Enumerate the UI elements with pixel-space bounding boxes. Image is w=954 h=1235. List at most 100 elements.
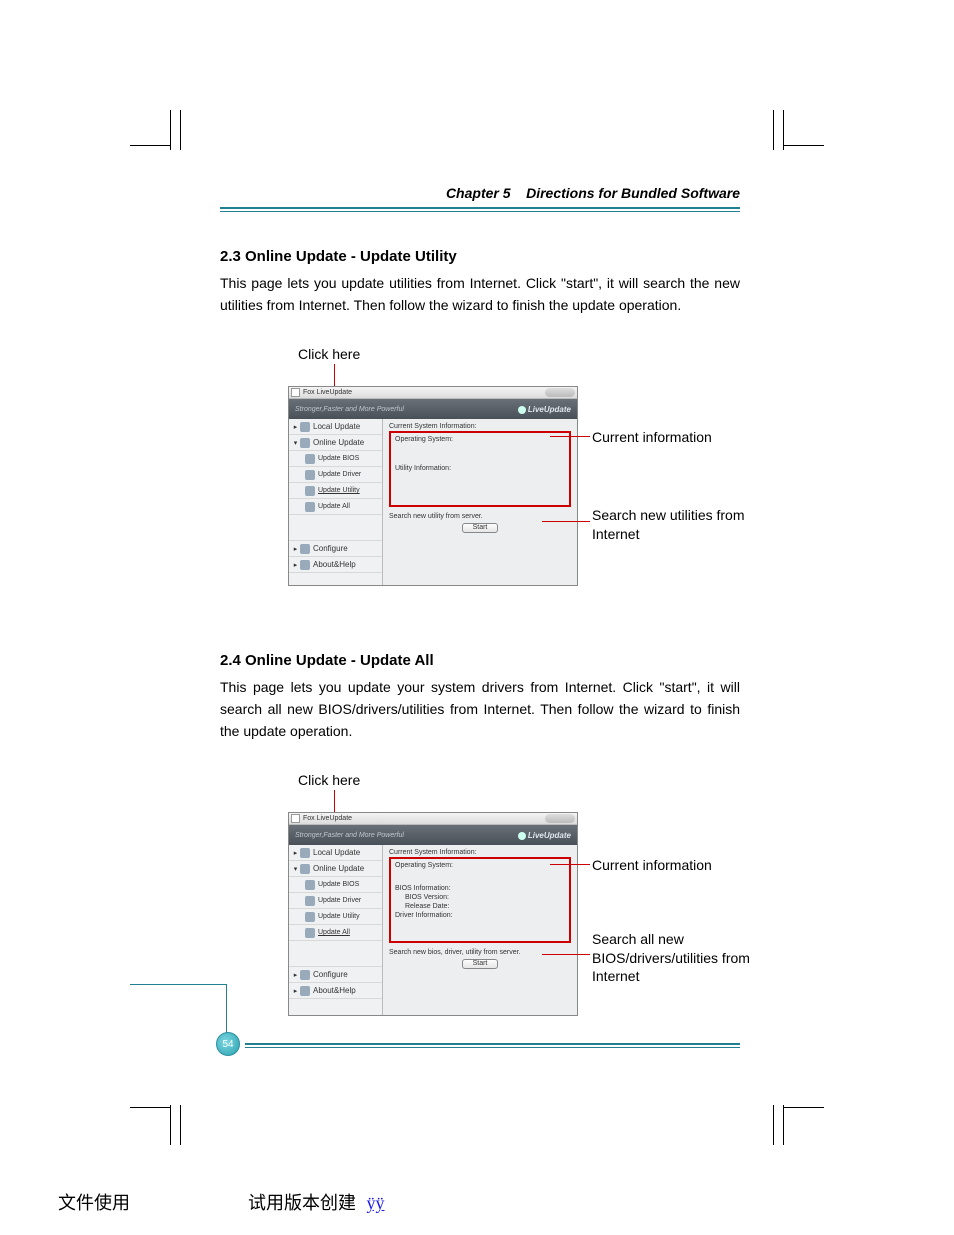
callout-current-info: Current information: [592, 428, 712, 446]
chevron-down-icon: ▾: [293, 865, 298, 873]
chevron-down-icon: ▾: [293, 439, 298, 447]
sidebar-item-local-update[interactable]: ▸Local Update: [289, 845, 382, 861]
crop-mark: [784, 1107, 824, 1108]
sidebar-spacer: [289, 941, 382, 967]
callout-line: [542, 954, 590, 955]
sidebar-item-online-update[interactable]: ▾Online Update: [289, 861, 382, 877]
app-icon: [291, 814, 300, 823]
current-info-label: Current System Information:: [389, 423, 571, 430]
chevron-right-icon: ▸: [293, 987, 298, 995]
sidebar-item-about-help[interactable]: ▸About&Help: [289, 983, 382, 999]
section-body-2-3: This page lets you update utilities from…: [220, 273, 740, 316]
banner-slogan: Stronger,Faster and More Powerful: [295, 406, 404, 413]
sidebar-item-update-bios[interactable]: Update BIOS: [289, 451, 382, 467]
click-here-label: Click here: [298, 772, 360, 788]
crop-mark: [784, 145, 824, 146]
header-rule: [220, 207, 740, 209]
footer-rule: [245, 1043, 740, 1045]
window-titlebar: Fox LiveUpdate: [289, 813, 577, 825]
app-banner: Stronger,Faster and More Powerful LiveUp…: [289, 399, 577, 419]
figure-1: Click here Fox LiveUpdate Stronger,Faste…: [220, 346, 740, 586]
callout-search: Search new utilities from Internet: [592, 506, 752, 542]
current-info-label: Current System Information:: [389, 849, 571, 856]
chip-icon: [305, 880, 315, 890]
start-button[interactable]: Start: [462, 523, 498, 533]
gear-icon: [300, 544, 310, 554]
crop-mark: [130, 145, 170, 146]
sidebar-item-update-all[interactable]: Update All: [289, 925, 382, 941]
crop-mark: [170, 110, 171, 150]
crop-mark: [783, 110, 784, 150]
sidebar-item-configure[interactable]: ▸Configure: [289, 541, 382, 557]
sidebar-item-about-help[interactable]: ▸About&Help: [289, 557, 382, 573]
sidebar: ▸Local Update ▾Online Update Update BIOS…: [289, 845, 383, 1015]
sidebar-item-configure[interactable]: ▸Configure: [289, 967, 382, 983]
globe-icon: [300, 864, 310, 874]
window-titlebar: Fox LiveUpdate: [289, 387, 577, 399]
liveupdate-window: Fox LiveUpdate Stronger,Faster and More …: [288, 812, 578, 1016]
callout-line: [550, 864, 590, 865]
running-head: Chapter 5 Directions for Bundled Softwar…: [220, 185, 740, 207]
app-banner: Stronger,Faster and More Powerful LiveUp…: [289, 825, 577, 845]
callout-line: [334, 364, 335, 386]
driver-icon: [305, 896, 315, 906]
sidebar-item-update-all[interactable]: Update All: [289, 499, 382, 515]
sidebar-item-local-update[interactable]: ▸Local Update: [289, 419, 382, 435]
section-body-2-4: This page lets you update your system dr…: [220, 677, 740, 742]
release-date-label: Release Date:: [395, 903, 565, 910]
crop-mark: [783, 1105, 784, 1145]
footer-text-mid: 试用版本创建 ÿÿ: [248, 1189, 385, 1215]
os-label: Operating System:: [395, 436, 565, 443]
folder-icon: [300, 848, 310, 858]
crop-mark: [170, 1105, 171, 1145]
globe-icon: [300, 438, 310, 448]
bios-version-label: BIOS Version:: [395, 894, 565, 901]
banner-slogan: Stronger,Faster and More Powerful: [295, 832, 404, 839]
crop-mark: [773, 110, 774, 150]
utility-icon: [305, 912, 315, 922]
crop-mark: [180, 1105, 181, 1145]
window-controls[interactable]: [545, 388, 575, 397]
chip-icon: [305, 454, 315, 464]
callout-line: [542, 521, 590, 522]
chevron-right-icon: ▸: [293, 545, 298, 553]
header-rule: [220, 211, 740, 212]
footer-hairline: [130, 984, 226, 985]
start-button[interactable]: Start: [462, 959, 498, 969]
search-label: Search new utility from server.: [389, 513, 571, 520]
current-info-box: Operating System: Utility Information:: [389, 431, 571, 507]
window-title: Fox LiveUpdate: [303, 389, 352, 396]
utility-info-label: Utility Information:: [395, 465, 565, 472]
app-icon: [291, 388, 300, 397]
driver-icon: [305, 470, 315, 480]
os-label: Operating System:: [395, 862, 565, 869]
callout-line: [334, 790, 335, 812]
footer-rule: [245, 1047, 740, 1048]
current-info-box: Operating System: BIOS Information: BIOS…: [389, 857, 571, 943]
sidebar-item-update-driver[interactable]: Update Driver: [289, 467, 382, 483]
sidebar-item-update-utility[interactable]: Update Utility: [289, 483, 382, 499]
footer-link[interactable]: ÿÿ: [367, 1193, 385, 1213]
click-here-label: Click here: [298, 346, 360, 362]
help-icon: [300, 986, 310, 996]
window-controls[interactable]: [545, 814, 575, 823]
all-icon: [305, 502, 315, 512]
main-pane: Current System Information: Operating Sy…: [383, 845, 577, 1015]
chevron-right-icon: ▸: [293, 971, 298, 979]
sidebar-item-update-utility[interactable]: Update Utility: [289, 909, 382, 925]
liveupdate-icon: [518, 406, 526, 414]
liveupdate-icon: [518, 832, 526, 840]
chevron-right-icon: ▸: [293, 423, 298, 431]
sidebar-item-online-update[interactable]: ▾Online Update: [289, 435, 382, 451]
folder-icon: [300, 422, 310, 432]
sidebar-item-update-bios[interactable]: Update BIOS: [289, 877, 382, 893]
crop-mark: [130, 1107, 170, 1108]
callout-line: [550, 436, 590, 437]
chevron-right-icon: ▸: [293, 561, 298, 569]
sidebar-item-update-driver[interactable]: Update Driver: [289, 893, 382, 909]
all-icon: [305, 928, 315, 938]
help-icon: [300, 560, 310, 570]
crop-mark: [773, 1105, 774, 1145]
sidebar: ▸Local Update ▾Online Update Update BIOS…: [289, 419, 383, 585]
chapter-number: Chapter 5: [446, 185, 511, 201]
